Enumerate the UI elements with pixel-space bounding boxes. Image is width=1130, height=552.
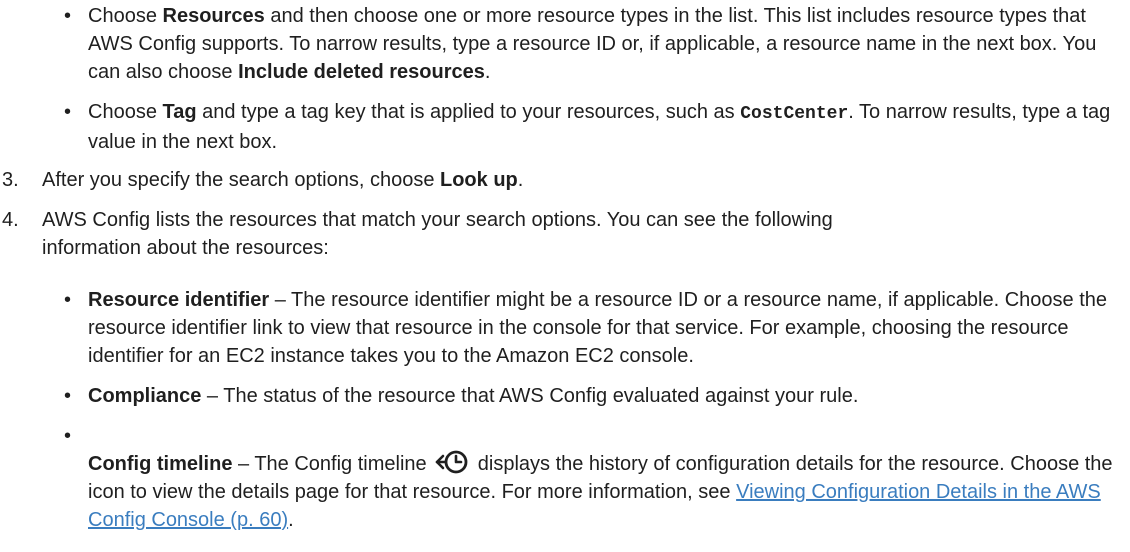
resources-term: Resources [162, 5, 265, 27]
list-item-resource-identifier: • Resource identifier – The resource ide… [64, 286, 1114, 370]
step-4-text: AWS Config lists the resources that matc… [42, 209, 833, 259]
bullet-dot: • [64, 385, 72, 407]
bullet-dot: • [64, 101, 72, 123]
costcenter-code: CostCenter [740, 104, 849, 124]
search-option-bullets: • Choose Resources and then choose one o… [64, 2, 1124, 168]
step-3: 3. After you specify the search options,… [0, 166, 1110, 194]
look-up-term: Look up [440, 169, 518, 191]
bullet-dot: • [64, 289, 72, 311]
include-deleted-term: Include deleted resources [238, 61, 485, 83]
list-item-compliance: • Compliance – The status of the resourc… [64, 382, 1114, 410]
step-4: 4. AWS Config lists the resources that m… [0, 206, 1110, 262]
resource-identifier-term: Resource identifier [88, 289, 270, 311]
list-item-resources: • Choose Resources and then choose one o… [64, 2, 1124, 86]
list-item-config-timeline: • Config timeline – The Config timeline … [64, 422, 1114, 534]
tag-term: Tag [162, 101, 197, 123]
compliance-term: Compliance [88, 385, 202, 407]
step-number: 4. [2, 209, 19, 231]
step-number: 3. [2, 169, 19, 191]
documentation-page: • Choose Resources and then choose one o… [0, 0, 1130, 552]
resource-info-bullets: • Resource identifier – The resource ide… [64, 286, 1114, 546]
bullet-dot: • [64, 425, 72, 447]
bullet-dot: • [64, 5, 72, 27]
config-timeline-term: Config timeline [88, 453, 233, 475]
list-item-tag: • Choose Tag and type a tag key that is … [64, 98, 1124, 156]
config-timeline-icon [434, 448, 470, 476]
